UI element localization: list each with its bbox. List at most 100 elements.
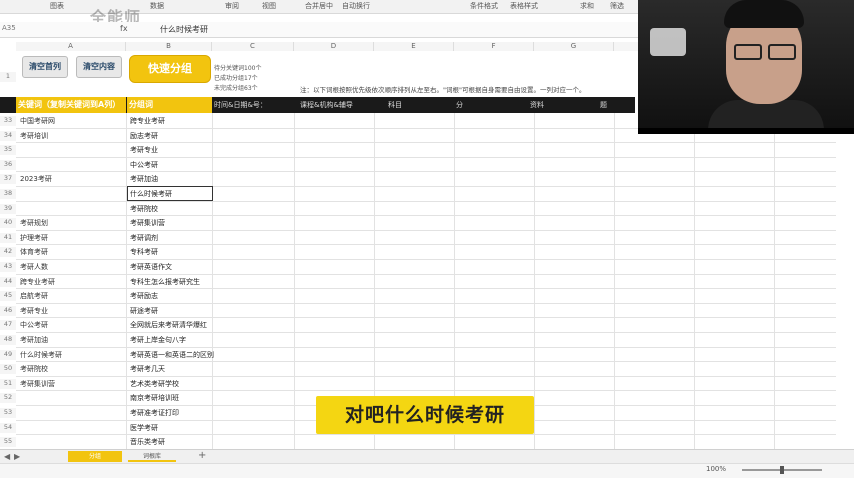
group-cell[interactable]: 音乐类考研 bbox=[130, 437, 165, 447]
group-cell[interactable]: 考研英语一和英语二的区别 bbox=[130, 350, 214, 360]
row-number[interactable]: 44 bbox=[0, 276, 16, 287]
keyword-cell[interactable]: 跨专业考研 bbox=[20, 277, 55, 287]
nav-left-icon[interactable]: ◀ bbox=[4, 452, 10, 461]
keyword-cell[interactable]: 什么时候考研 bbox=[20, 350, 62, 360]
selected-cell[interactable] bbox=[127, 186, 213, 201]
header-root[interactable]: 时间&日期&号： bbox=[214, 97, 267, 113]
row-number[interactable]: 36 bbox=[0, 159, 16, 170]
keyword-cell[interactable]: 考研专业 bbox=[20, 306, 48, 316]
ribbon-item[interactable]: 表格样式 bbox=[510, 1, 538, 11]
group-cell[interactable]: 考研英语作文 bbox=[130, 262, 172, 272]
keyword-cell[interactable]: 护理考研 bbox=[20, 233, 48, 243]
row-number[interactable]: 38 bbox=[0, 189, 16, 199]
row-number[interactable]: 40 bbox=[0, 218, 16, 229]
nav-right-icon[interactable]: ▶ bbox=[14, 452, 20, 461]
row-number[interactable]: 53 bbox=[0, 408, 16, 418]
group-cell[interactable]: 南京考研培训班 bbox=[130, 393, 179, 403]
fx-icon[interactable]: fx bbox=[120, 24, 128, 33]
row-number[interactable]: 33 bbox=[0, 116, 16, 126]
row-number[interactable]: 49 bbox=[0, 349, 16, 360]
row-number[interactable]: 39 bbox=[0, 203, 16, 214]
group-cell[interactable]: 专科生怎么报考研究生 bbox=[130, 277, 200, 287]
row-number[interactable]: 45 bbox=[0, 291, 16, 302]
ribbon-item[interactable]: 条件格式 bbox=[470, 1, 498, 11]
row-number[interactable]: 35 bbox=[0, 145, 16, 156]
row-number[interactable]: 52 bbox=[0, 393, 16, 404]
group-cell[interactable]: 跨专业考研 bbox=[130, 116, 165, 126]
clear-cols-button[interactable]: 清空首列 bbox=[22, 56, 68, 78]
header-group[interactable]: 分组词 bbox=[127, 97, 212, 113]
ribbon-item[interactable]: 自动换行 bbox=[342, 1, 370, 11]
col-header-a[interactable]: A bbox=[16, 42, 126, 51]
keyword-cell[interactable]: 考研人数 bbox=[20, 262, 48, 272]
row-number[interactable]: 50 bbox=[0, 364, 16, 375]
ribbon-item[interactable]: 筛选 bbox=[610, 1, 624, 11]
ribbon-item[interactable]: 求和 bbox=[580, 1, 594, 11]
group-cell[interactable]: 考研励志 bbox=[130, 291, 158, 301]
keyword-cell[interactable]: 中公考研 bbox=[20, 320, 48, 330]
group-cell[interactable]: 考研考几天 bbox=[130, 364, 165, 374]
keyword-cell[interactable]: 考研加油 bbox=[20, 335, 48, 345]
keyword-cell[interactable]: 考研培训 bbox=[20, 131, 48, 141]
group-cell[interactable]: 中公考研 bbox=[130, 160, 158, 170]
zoom-slider-handle[interactable] bbox=[780, 466, 784, 474]
col-header-c[interactable]: C bbox=[212, 42, 294, 51]
row-number[interactable]: 46 bbox=[0, 305, 16, 316]
keyword-cell[interactable]: 启航考研 bbox=[20, 291, 48, 301]
sheet-tab-group[interactable]: 分组 bbox=[68, 451, 122, 462]
keyword-cell[interactable]: 考研规划 bbox=[20, 218, 48, 228]
ribbon-item[interactable]: 图表 bbox=[50, 1, 64, 11]
name-box[interactable]: A35 bbox=[2, 24, 112, 36]
group-cell[interactable]: 考研院校 bbox=[130, 204, 158, 214]
keyword-cell[interactable]: 考研集训营 bbox=[20, 379, 55, 389]
row-number[interactable]: 51 bbox=[0, 378, 16, 389]
col-header-d[interactable]: D bbox=[294, 42, 374, 51]
group-cell[interactable]: 艺术类考研学校 bbox=[130, 379, 179, 389]
zoom-level[interactable]: 100% bbox=[706, 465, 726, 473]
sheet-tab-roots[interactable]: 词根库 bbox=[128, 451, 176, 462]
row-number[interactable]: 55 bbox=[0, 437, 16, 448]
row-number[interactable]: 42 bbox=[0, 247, 16, 258]
ribbon-item[interactable]: 审阅 bbox=[225, 1, 239, 11]
header-keyword[interactable]: 关键词（复制关键词到A列） bbox=[16, 97, 126, 113]
col-header-b[interactable]: B bbox=[126, 42, 212, 51]
col-header-g[interactable]: G bbox=[534, 42, 614, 51]
group-cell[interactable]: 考研专业 bbox=[130, 145, 158, 155]
keyword-cell[interactable]: 考研院校 bbox=[20, 364, 48, 374]
group-cell[interactable]: 考研加油 bbox=[130, 174, 158, 184]
group-cell[interactable]: 考研集训营 bbox=[130, 218, 165, 228]
header-root[interactable]: 资料 bbox=[530, 97, 544, 113]
row-number[interactable]: 48 bbox=[0, 335, 16, 345]
header-root[interactable]: 课程&机构&辅导 bbox=[300, 97, 353, 113]
group-cell[interactable]: 全网就后来考研清华爆红 bbox=[130, 320, 207, 330]
row-number[interactable]: 47 bbox=[0, 320, 16, 331]
group-cell[interactable]: 考研准考证打印 bbox=[130, 408, 179, 418]
group-cell[interactable]: 专科考研 bbox=[130, 247, 158, 257]
col-header-e[interactable]: E bbox=[374, 42, 454, 51]
add-sheet-icon[interactable]: + bbox=[198, 450, 206, 461]
ribbon-item[interactable]: 合并居中 bbox=[305, 1, 333, 11]
ribbon-item[interactable]: 视图 bbox=[262, 1, 276, 11]
row-number[interactable]: 37 bbox=[0, 174, 16, 185]
group-cell[interactable]: 研途考研 bbox=[130, 306, 158, 316]
row-number[interactable]: 54 bbox=[0, 422, 16, 433]
keyword-cell[interactable]: 中国考研网 bbox=[20, 116, 55, 126]
group-cell[interactable]: 医学考研 bbox=[130, 423, 158, 433]
row-number[interactable]: 41 bbox=[0, 232, 16, 243]
group-cell[interactable]: 考研调剂 bbox=[130, 233, 158, 243]
formula-input[interactable]: 什么时候考研 bbox=[160, 24, 208, 35]
fast-group-button[interactable]: 快速分组 bbox=[129, 55, 211, 83]
keyword-cell[interactable]: 体育考研 bbox=[20, 247, 48, 257]
col-header-f[interactable]: F bbox=[454, 42, 534, 51]
ribbon-item[interactable]: 数据 bbox=[150, 1, 164, 11]
group-cell[interactable]: 励志考研 bbox=[130, 131, 158, 141]
header-root[interactable]: 科目 bbox=[388, 97, 402, 113]
row-number[interactable]: 34 bbox=[0, 130, 16, 141]
keyword-cell[interactable]: 2023考研 bbox=[20, 174, 52, 184]
clear-content-button[interactable]: 清空内容 bbox=[76, 56, 122, 78]
group-cell[interactable]: 考研上岸金句八字 bbox=[130, 335, 186, 345]
header-root[interactable]: 题 bbox=[600, 97, 607, 113]
row-number[interactable]: 43 bbox=[0, 262, 16, 272]
row-number[interactable]: 1 bbox=[0, 72, 16, 82]
header-root[interactable]: 分 bbox=[456, 97, 463, 113]
